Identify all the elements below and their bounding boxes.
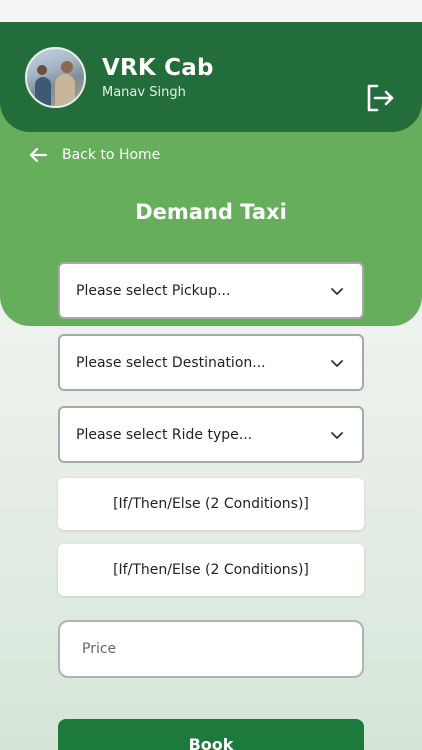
book-button[interactable]: Book: [58, 719, 364, 750]
chevron-down-icon: [331, 431, 343, 439]
destination-select[interactable]: Please select Destination...: [58, 334, 364, 391]
condition-field-2[interactable]: [If/Then/Else (2 Conditions)]: [58, 544, 364, 596]
user-name: Manav Singh: [102, 85, 186, 100]
price-input[interactable]: [58, 620, 364, 678]
avatar[interactable]: [25, 47, 86, 108]
pickup-placeholder: Please select Pickup...: [76, 282, 231, 299]
back-label: Back to Home: [62, 147, 161, 163]
ride-type-placeholder: Please select Ride type...: [76, 426, 253, 443]
chevron-down-icon: [331, 287, 343, 295]
logout-icon[interactable]: [365, 83, 395, 113]
condition-field-1[interactable]: [If/Then/Else (2 Conditions)]: [58, 478, 364, 530]
pickup-select[interactable]: Please select Pickup...: [58, 262, 364, 319]
back-to-home-link[interactable]: Back to Home: [28, 143, 160, 167]
arrow-left-icon: [29, 147, 48, 163]
app-header: VRK Cab Manav Singh: [0, 22, 422, 132]
status-bar: [0, 0, 422, 22]
app-name: VRK Cab: [102, 55, 214, 81]
destination-placeholder: Please select Destination...: [76, 354, 266, 371]
ride-type-select[interactable]: Please select Ride type...: [58, 406, 364, 463]
chevron-down-icon: [331, 359, 343, 367]
page-title: Demand Taxi: [135, 200, 287, 224]
